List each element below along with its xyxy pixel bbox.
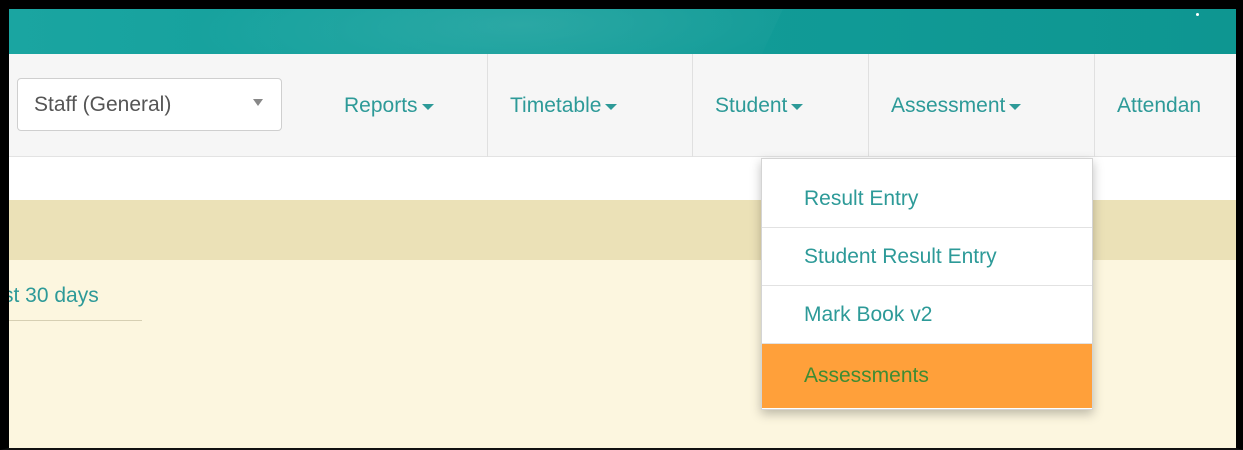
nav-item-assessment[interactable]: Assessment: [869, 54, 1095, 157]
nav-menu: Reports Timetable Student Assessment Att…: [322, 54, 1235, 157]
recent-days-link[interactable]: st 30 days: [9, 277, 142, 321]
caret-down-icon: [605, 104, 618, 110]
nav-item-label: Timetable: [510, 93, 602, 117]
app-window: Staff (General) Reports Timetable Studen…: [0, 0, 1243, 450]
caret-down-icon: [791, 104, 804, 110]
nav-item-timetable[interactable]: Timetable: [488, 54, 693, 157]
role-select-value: Staff (General): [34, 92, 172, 116]
nav-item-attendance[interactable]: Attendan: [1095, 54, 1235, 157]
nav-item-reports[interactable]: Reports: [322, 54, 488, 157]
nav-item-student[interactable]: Student: [693, 54, 869, 157]
nav-item-label: Student: [715, 93, 788, 117]
nav-item-label: Attendan: [1117, 93, 1202, 117]
menu-item-result-entry[interactable]: Result Entry: [762, 170, 1092, 228]
nav-item-label: Assessment: [891, 93, 1006, 117]
chevron-down-icon: [253, 99, 263, 106]
header-dot: [1196, 13, 1199, 16]
menu-item-student-result-entry[interactable]: Student Result Entry: [762, 228, 1092, 286]
caret-down-icon: [421, 104, 434, 110]
menu-item-mark-book-v2[interactable]: Mark Book v2: [762, 286, 1092, 344]
assessment-dropdown-menu: Result Entry Student Result Entry Mark B…: [761, 158, 1093, 410]
main-navbar: Staff (General) Reports Timetable Studen…: [9, 54, 1236, 157]
app-header-bar: [9, 9, 1236, 54]
caret-down-icon: [1009, 104, 1022, 110]
role-select[interactable]: Staff (General): [17, 78, 282, 131]
header-decoration: [96, 9, 802, 54]
menu-item-assessments[interactable]: Assessments: [762, 344, 1092, 408]
nav-item-label: Reports: [344, 93, 418, 117]
